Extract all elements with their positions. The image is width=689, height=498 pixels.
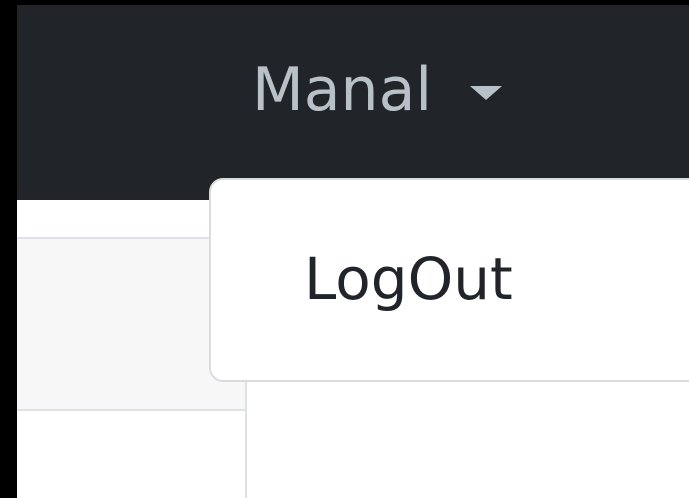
top-navbar: Manal xyxy=(17,5,689,200)
logout-menu-item[interactable]: LogOut xyxy=(304,250,513,308)
screenshot-frame: Manal LogOut xyxy=(0,0,689,498)
user-menu-toggle[interactable]: Manal xyxy=(252,45,502,135)
caret-down-icon xyxy=(470,86,502,100)
user-name-label: Manal xyxy=(252,55,432,125)
left-edge xyxy=(0,0,17,498)
panel-divider xyxy=(245,409,247,498)
user-dropdown-menu: LogOut xyxy=(209,178,689,382)
